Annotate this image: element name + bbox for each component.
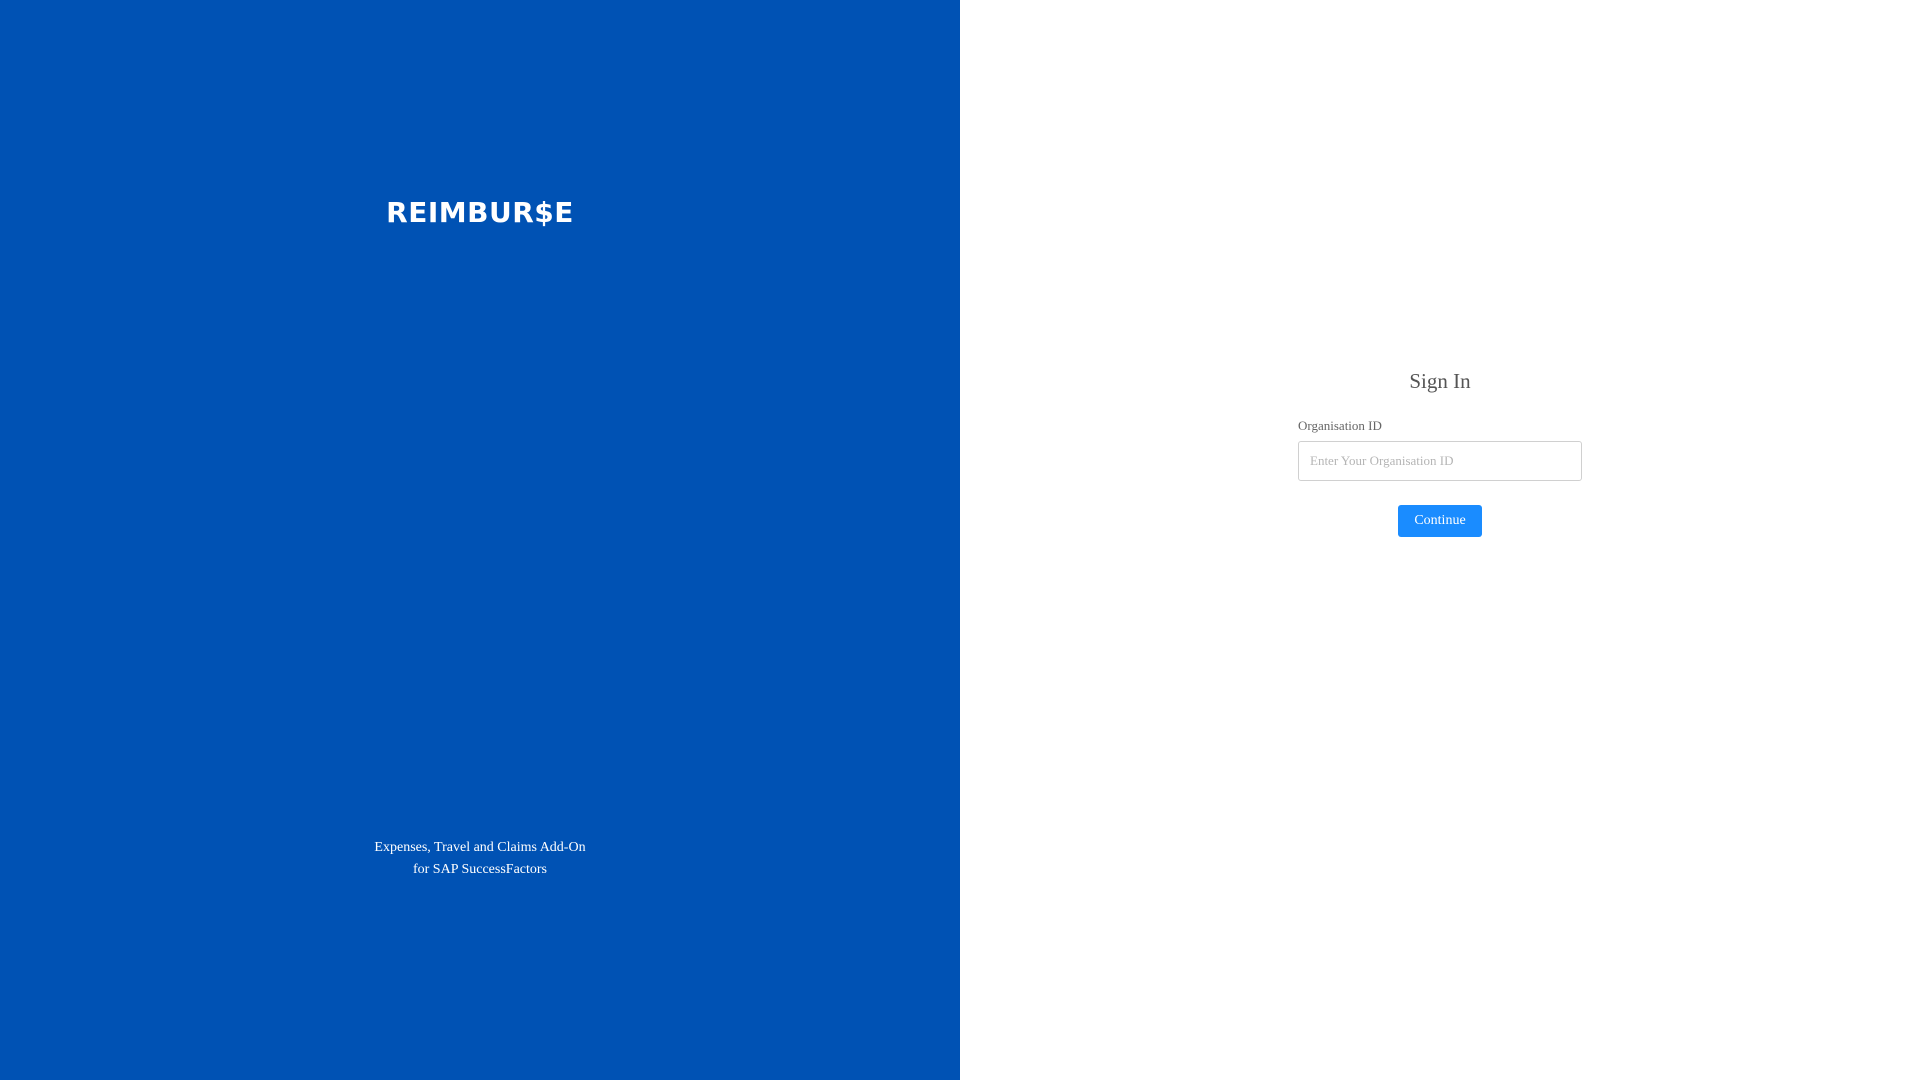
organisation-id-label: Organisation ID	[1298, 418, 1382, 433]
tagline-line-1: Expenses, Travel and Claims Add-On	[374, 840, 586, 855]
tagline-line-2: for SAP SuccessFactors	[412, 862, 548, 877]
signin-form: Sign In Organisation ID Continue	[1298, 366, 1582, 537]
brand-tagline: Expenses, Travel and Claims Add-On for S…	[0, 837, 960, 881]
organisation-id-input[interactable]	[1298, 441, 1582, 481]
continue-button[interactable]: Continue	[1398, 505, 1482, 537]
reimburse-logo: REIMBUR$E	[386, 196, 574, 229]
signin-panel: Sign In Organisation ID Continue	[960, 0, 1920, 1080]
brand-panel: REIMBUR$E Expenses, Travel and Claims Ad…	[0, 0, 960, 1080]
login-page: REIMBUR$E Expenses, Travel and Claims Ad…	[0, 0, 1920, 1080]
button-row: Continue	[1298, 505, 1582, 537]
signin-title: Sign In	[1409, 369, 1471, 393]
